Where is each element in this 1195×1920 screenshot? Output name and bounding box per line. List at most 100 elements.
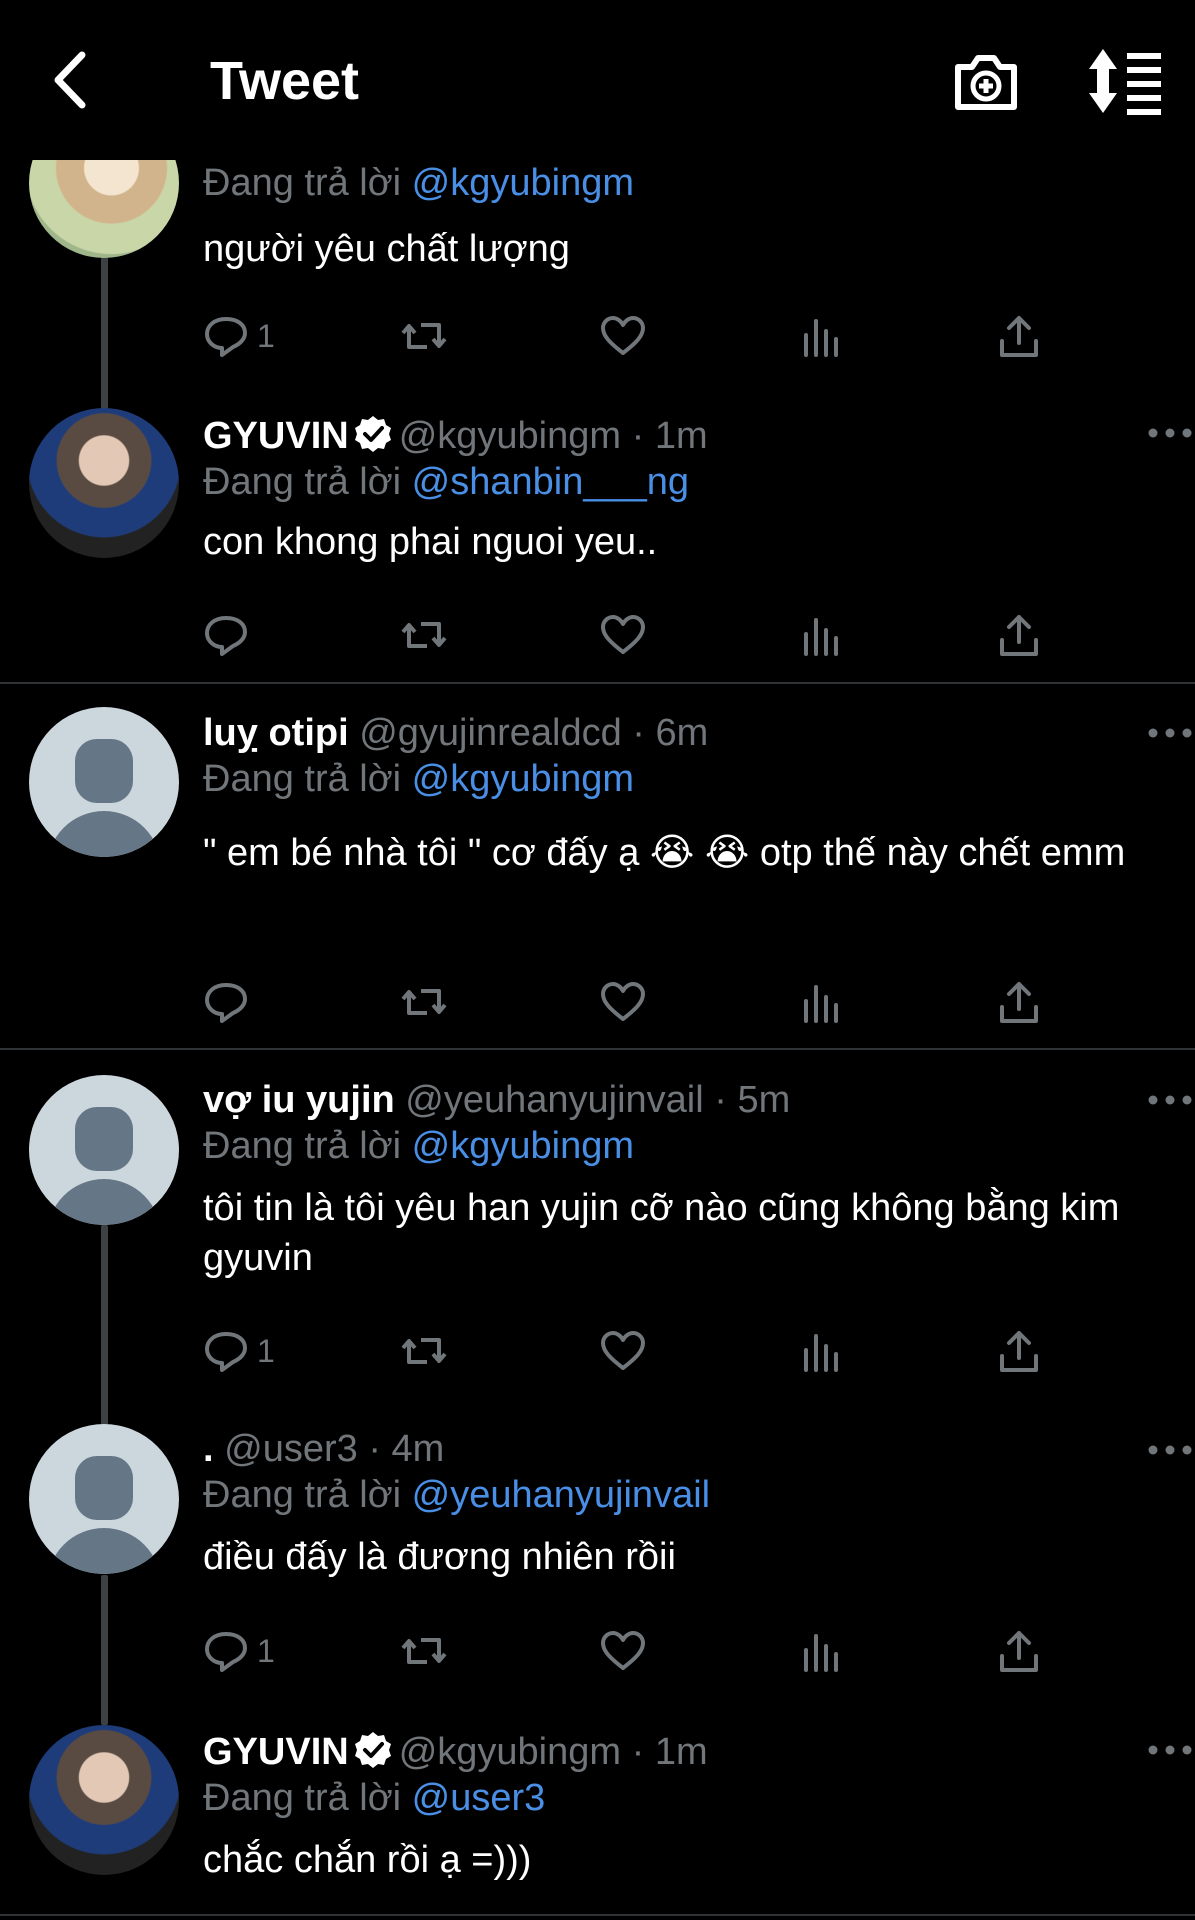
verified-badge-icon [354, 416, 391, 452]
display-name[interactable]: vợ iu yujin [203, 1079, 395, 1121]
heart-icon [601, 316, 645, 355]
retweet-button[interactable] [401, 607, 447, 663]
tweet-text: điều đấy là đương nhiên rồii [203, 1536, 676, 1578]
divider [0, 1914, 1195, 1916]
divider [0, 1048, 1195, 1050]
display-name[interactable]: luỵ otipi [203, 712, 349, 754]
retweet-icon [401, 1338, 447, 1364]
reply-count: 1 [257, 317, 275, 354]
display-name[interactable]: GYUVIN [203, 415, 349, 457]
like-button[interactable] [600, 607, 646, 663]
reply-button[interactable]: 1 [203, 1323, 275, 1379]
mention-link[interactable]: @yeuhanyujinvail [412, 1474, 710, 1516]
more-options-icon[interactable] [1145, 423, 1195, 443]
timestamp: 5m [737, 1079, 791, 1121]
share-button[interactable] [996, 607, 1042, 663]
views-button[interactable] [798, 1623, 844, 1679]
mention-link[interactable]: @kgyubingm [412, 1125, 634, 1167]
views-button[interactable] [798, 607, 844, 663]
timestamp: 4m [391, 1428, 445, 1470]
divider [0, 682, 1195, 684]
tweet-actions [203, 974, 1163, 1030]
tweet-header: . @user3 · 4m [203, 1428, 445, 1470]
analytics-icon [804, 1634, 838, 1672]
retweet-icon [401, 323, 447, 349]
like-button[interactable] [600, 974, 646, 1030]
avatar[interactable] [29, 408, 179, 558]
camera-add-icon[interactable] [950, 45, 1022, 117]
tweet-header: vợ iu yujin @yeuhanyujinvail · 5m [203, 1079, 791, 1121]
user-handle: @kgyubingm [398, 415, 622, 457]
tweet[interactable]: Đang trả lời @kgyubingm người yêu chất l… [203, 160, 1165, 274]
tweet-header: GYUVIN @kgyubingm · 1m [203, 415, 708, 457]
tweet-text: con khong phai nguoi yeu.. [203, 521, 658, 563]
reply-icon [205, 983, 247, 1023]
timestamp: 1m [654, 1731, 708, 1773]
retweet-button[interactable] [401, 974, 447, 1030]
reply-button[interactable] [203, 607, 257, 663]
heart-icon [601, 615, 645, 654]
like-button[interactable] [600, 1623, 646, 1679]
reply-button[interactable]: 1 [203, 308, 275, 364]
tweet-actions: 1 [203, 1323, 1163, 1379]
display-name[interactable]: . [203, 1428, 214, 1470]
analytics-icon [804, 319, 838, 357]
share-button[interactable] [996, 1323, 1042, 1379]
like-button[interactable] [600, 1323, 646, 1379]
tweet[interactable]: GYUVIN @kgyubingm · 1m Đang trả lời @shan… [203, 413, 1165, 567]
tweet[interactable]: vợ iu yujin @yeuhanyujinvail · 5m Đang t… [203, 1077, 1165, 1283]
tweet-header: luỵ otipi @gyujinrealdcd · 6m [203, 712, 709, 754]
tweet[interactable]: luỵ otipi @gyujinrealdcd · 6m Đang trả l… [203, 710, 1165, 878]
thread-line [101, 1575, 108, 1725]
views-button[interactable] [798, 308, 844, 364]
heart-icon [601, 1331, 645, 1370]
user-handle: @kgyubingm [398, 1731, 622, 1773]
share-icon [1000, 982, 1038, 1023]
mention-link[interactable]: @shanbin___ng [412, 461, 689, 503]
retweet-icon [401, 1638, 447, 1664]
views-button[interactable] [798, 974, 844, 1030]
like-button[interactable] [600, 308, 646, 364]
analytics-icon [804, 618, 838, 656]
tweet-text: chắc chắn rồi ạ =))) [203, 1839, 532, 1881]
retweet-button[interactable] [401, 308, 447, 364]
more-options-icon[interactable] [1145, 723, 1195, 743]
mention-link[interactable]: @user3 [412, 1777, 546, 1819]
display-name[interactable]: GYUVIN [203, 1731, 349, 1773]
more-options-icon[interactable] [1145, 1740, 1195, 1760]
page-title: Tweet [210, 51, 360, 111]
reply-button[interactable]: 1 [203, 1623, 275, 1679]
tweet-actions: 1 [203, 308, 1163, 364]
retweet-button[interactable] [401, 1623, 447, 1679]
sort-list-icon[interactable] [1085, 45, 1165, 117]
replying-to: Đang trả lời @kgyubingm [203, 758, 635, 800]
heart-icon [601, 1631, 645, 1670]
share-button[interactable] [996, 1623, 1042, 1679]
mention-link[interactable]: @kgyubingm [412, 162, 634, 204]
mention-link[interactable]: @kgyubingm [412, 758, 634, 800]
chevron-left-icon[interactable] [40, 45, 110, 115]
reply-count: 1 [257, 1632, 275, 1669]
avatar[interactable] [29, 1424, 179, 1574]
tweet[interactable]: GYUVIN @kgyubingm · 1m Đang trả lời @user… [203, 1729, 1165, 1885]
reply-button[interactable] [203, 974, 257, 1030]
more-options-icon[interactable] [1145, 1440, 1195, 1460]
replying-to: Đang trả lời @shanbin___ng [203, 461, 690, 503]
tweet-text: " em bé nhà tôi " cơ đấy ạ 😭 😭 otp thế n… [203, 832, 1126, 874]
verified-badge-icon [354, 1732, 391, 1768]
reply-icon [205, 1632, 247, 1672]
retweet-button[interactable] [401, 1323, 447, 1379]
share-button[interactable] [996, 308, 1042, 364]
share-button[interactable] [996, 974, 1042, 1030]
avatar[interactable] [29, 1725, 179, 1875]
tweet-text: người yêu chất lượng [203, 228, 570, 270]
retweet-icon [401, 989, 447, 1015]
more-options-icon[interactable] [1145, 1090, 1195, 1110]
tweet-actions: 1 [203, 1623, 1163, 1679]
replying-to: Đang trả lời @yeuhanyujinvail [203, 1474, 711, 1516]
views-button[interactable] [798, 1323, 844, 1379]
avatar[interactable] [29, 707, 179, 857]
reply-icon [205, 317, 247, 357]
tweet[interactable]: . @user3 · 4m Đang trả lời @yeuhanyujinv… [203, 1426, 1165, 1582]
avatar[interactable] [29, 1075, 179, 1225]
